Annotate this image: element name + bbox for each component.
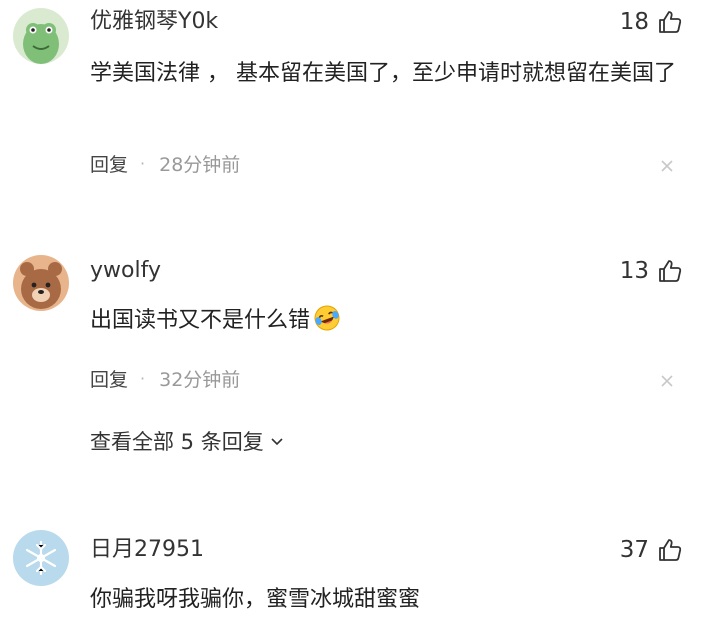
green-frog-avatar[interactable]: [13, 8, 69, 64]
reply-button[interactable]: 回复: [90, 365, 128, 392]
comment-time: 32分钟前: [159, 369, 241, 391]
frog-avatar-icon: [13, 8, 69, 64]
comment-time: 28分钟前: [159, 154, 241, 176]
like-count: 18: [619, 9, 649, 35]
comment-username[interactable]: 日月27951: [90, 536, 204, 564]
laughing-crying-emoji: [314, 305, 340, 331]
reply-button[interactable]: 回复: [90, 150, 128, 177]
comment-username[interactable]: ywolfy: [90, 257, 161, 285]
comment-text: 学美国法律 ， 基本留在美国了，至少申请时就想留在美国了: [90, 61, 676, 86]
close-icon[interactable]: [659, 373, 675, 389]
comment-text: 出国读书又不是什么错: [90, 302, 680, 340]
close-icon[interactable]: [659, 158, 675, 174]
comment-item: 优雅钢琴Y0k 18 学美国法律 ， 基本留在美国了，至少申请时就想留在美国了 …: [0, 0, 713, 200]
thumbs-up-icon: [659, 11, 682, 33]
comment-text-content: 出国读书又不是什么错: [90, 308, 311, 333]
thumbs-up-icon: [659, 260, 682, 282]
snowflake-avatar-icon: [13, 530, 69, 586]
like-button[interactable]: 18: [620, 8, 683, 36]
like-button[interactable]: 37: [620, 536, 683, 564]
like-count: 37: [619, 537, 649, 563]
comment-list: 优雅钢琴Y0k 18 学美国法律 ， 基本留在美国了，至少申请时就想留在美国了 …: [0, 0, 713, 633]
separator-dot: ·: [140, 154, 146, 173]
comment-meta: 回复 · 32分钟前: [90, 365, 240, 392]
like-count: 13: [619, 258, 649, 284]
thumbs-up-icon: [659, 539, 682, 561]
snowflake-avatar[interactable]: [13, 530, 69, 586]
comment-meta: 回复 · 28分钟前: [90, 150, 240, 177]
comment-text: 你骗我呀我骗你，蜜雪冰城甜蜜蜜: [90, 587, 421, 612]
comment-username[interactable]: 优雅钢琴Y0k: [90, 8, 218, 36]
like-button[interactable]: 13: [620, 257, 683, 285]
chevron-down-icon: [271, 438, 283, 446]
brown-bear-avatar[interactable]: [13, 255, 69, 311]
view-all-replies-button[interactable]: 查看全部 5 条回复: [90, 426, 284, 456]
separator-dot: ·: [140, 369, 146, 388]
bear-avatar-icon: [13, 255, 69, 311]
comment-item: 日月27951 37 你骗我呀我骗你，蜜雪冰城甜蜜蜜: [0, 520, 713, 633]
comment-item: ywolfy 13 出国读书又不是什么错 回复 · 32分钟前 查看全部 5 条…: [0, 250, 713, 480]
view-all-replies-label: 查看全部 5 条回复: [90, 430, 264, 454]
